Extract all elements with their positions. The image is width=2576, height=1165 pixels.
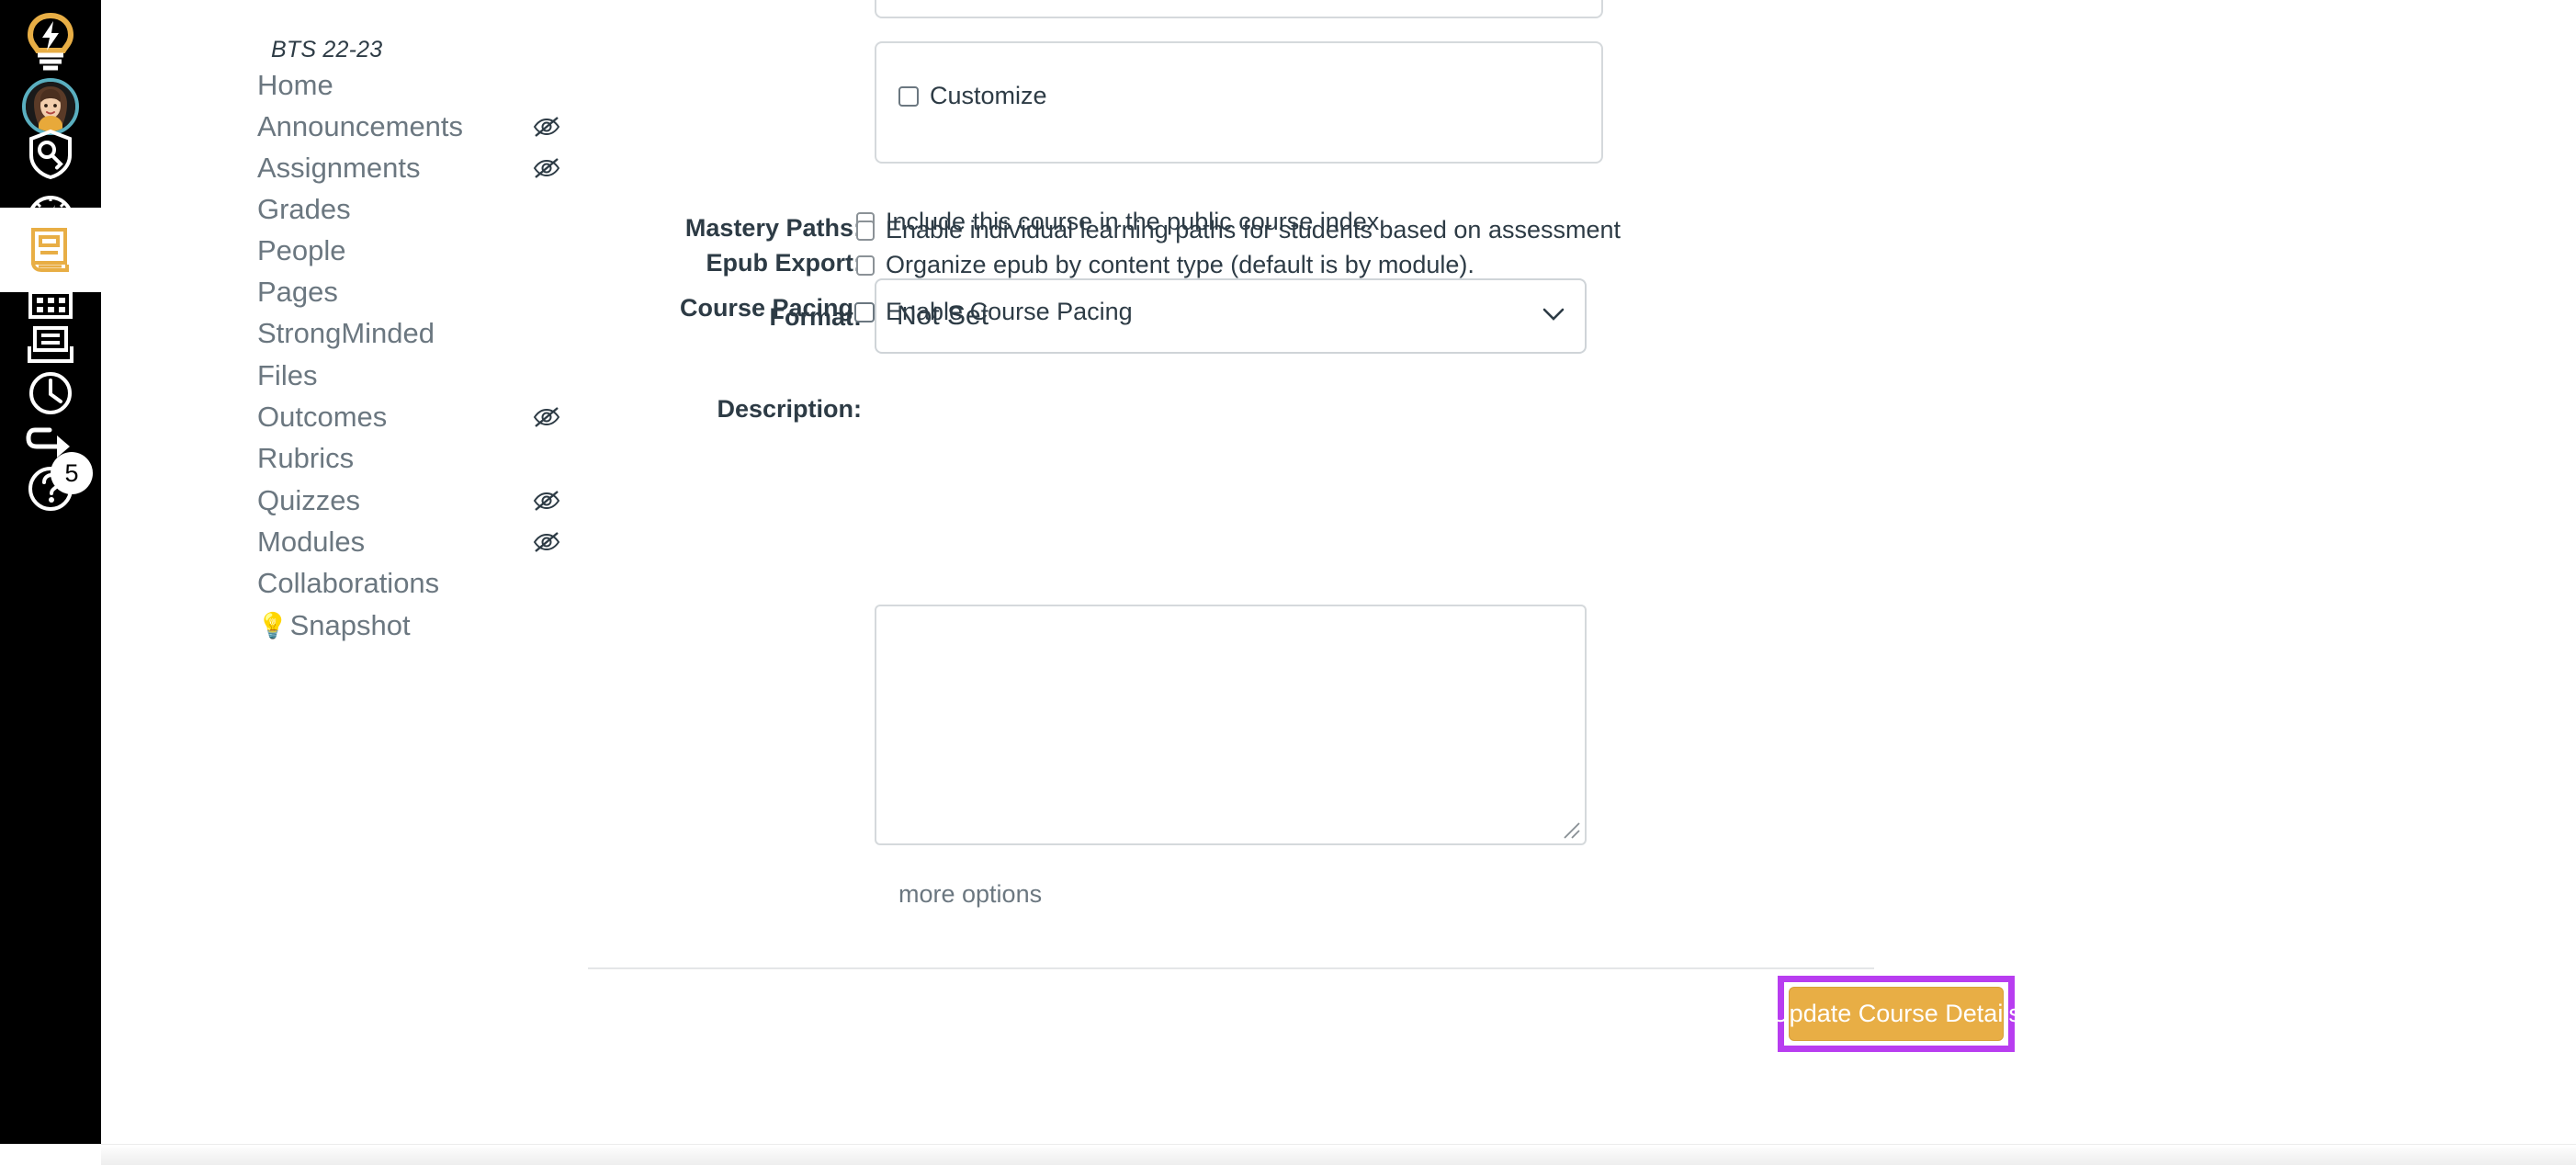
hidden-eye-icon bbox=[533, 487, 560, 515]
update-course-details-button[interactable]: Update Course Details bbox=[1771, 987, 2021, 1041]
sidebar-item-label: Outcomes bbox=[257, 401, 388, 433]
sidebar-item-label: People bbox=[257, 234, 346, 266]
sidebar-item-snapshot[interactable]: 💡 Snapshot bbox=[257, 601, 616, 650]
form-divider bbox=[588, 967, 1874, 969]
mastery-paths-checkbox[interactable] bbox=[856, 220, 875, 241]
sidebar-item-label: Announcements bbox=[257, 110, 464, 142]
course-term-label: BTS 22-23 bbox=[271, 37, 383, 62]
epub-export-checkbox[interactable] bbox=[856, 254, 875, 276]
sidebar-item-label: Grades bbox=[257, 193, 351, 225]
sidebar-item-label: Snapshot bbox=[289, 609, 411, 641]
course-pacing-checkbox[interactable] bbox=[854, 301, 875, 322]
epub-export-checkbox-label: Organize epub by content type (default i… bbox=[886, 251, 1474, 278]
sidebar-item-label: Rubrics bbox=[257, 442, 355, 474]
customize-label: Customize bbox=[930, 82, 1047, 109]
chevron-down-icon bbox=[1542, 307, 1565, 326]
update-course-details-highlight: Update Course Details bbox=[1771, 976, 2021, 1052]
sidebar-item-label: Files bbox=[257, 359, 318, 391]
sidebar-item-label: StrongMinded bbox=[257, 317, 435, 349]
help-badge-count: 5 bbox=[51, 452, 93, 494]
description-textarea[interactable] bbox=[875, 605, 1587, 845]
sidebar-item-label: Assignments bbox=[257, 152, 421, 184]
customize-checkbox[interactable] bbox=[898, 85, 919, 107]
sidebar-item-label: Collaborations bbox=[257, 567, 440, 599]
sidebar-item-label: Quizzes bbox=[257, 484, 360, 516]
course-pacing-checkbox-label: Enable Course Pacing bbox=[886, 298, 1133, 325]
lightbulb-emoji-icon: 💡 bbox=[257, 611, 288, 639]
customize-panel: Customize bbox=[875, 41, 1603, 164]
course-settings-form: Customize Include this course in the pub… bbox=[579, 0, 2576, 1144]
partial-field-box-above[interactable] bbox=[875, 0, 1603, 18]
mastery-paths-label: Mastery Paths: bbox=[684, 214, 862, 242]
sidebar-item-label: Home bbox=[257, 69, 333, 101]
course-pacing-label: Course Pacing: bbox=[679, 294, 862, 322]
sidebar-item-label: Pages bbox=[257, 276, 338, 308]
epub-export-label: Epub Export: bbox=[706, 249, 863, 277]
mastery-paths-checkbox-label: Enable individual learning paths for stu… bbox=[886, 216, 1621, 243]
customize-checkbox-row[interactable]: Customize bbox=[898, 82, 1047, 110]
help-button[interactable]: 5 bbox=[0, 447, 101, 531]
mastery-paths-checkbox-row[interactable]: Enable individual learning paths for stu… bbox=[856, 216, 1621, 244]
hidden-eye-icon bbox=[533, 113, 560, 141]
hidden-eye-icon bbox=[533, 528, 560, 556]
hidden-eye-icon bbox=[533, 403, 560, 431]
page-footer-strip bbox=[101, 1144, 2576, 1165]
page-root: 5 BTS 22-23 Home Announcements Assignmen… bbox=[0, 0, 2576, 1165]
epub-export-checkbox-row[interactable]: Organize epub by content type (default i… bbox=[856, 251, 1474, 279]
more-options-link[interactable]: more options bbox=[898, 880, 1042, 909]
footer-left-spacer bbox=[0, 1144, 101, 1165]
course-pacing-checkbox-row[interactable]: Enable Course Pacing bbox=[854, 298, 1133, 326]
description-label: Description: bbox=[717, 395, 862, 423]
resize-handle-icon[interactable] bbox=[1561, 820, 1581, 840]
course-navigation: BTS 22-23 Home Announcements Assignments bbox=[101, 0, 579, 1144]
sidebar-item-label: Modules bbox=[257, 526, 366, 558]
hidden-eye-icon bbox=[533, 154, 560, 182]
global-navigation-rail: 5 bbox=[0, 0, 101, 1144]
